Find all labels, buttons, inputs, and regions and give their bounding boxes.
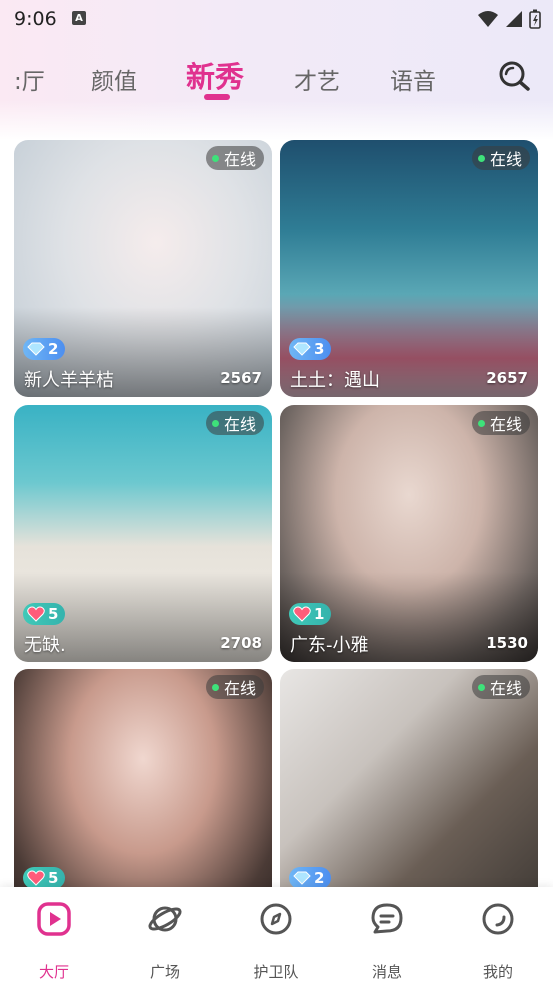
online-status: 在线 xyxy=(471,675,530,699)
user-count: 2567 xyxy=(220,369,262,387)
diamond-icon xyxy=(293,342,311,356)
online-dot-icon xyxy=(477,154,485,162)
heart-icon xyxy=(293,606,311,622)
user-card[interactable]: 在线 1 广东-小雅 1530 xyxy=(280,405,538,662)
tab-looks[interactable]: 颜值 xyxy=(91,62,137,96)
online-dot-icon xyxy=(477,419,485,427)
online-dot-icon xyxy=(211,419,219,427)
nav-label: 我的 xyxy=(482,963,513,981)
online-label: 在线 xyxy=(489,679,522,698)
online-status: 在线 xyxy=(471,146,530,170)
user-count: 2657 xyxy=(486,369,528,387)
level-badge: 2 xyxy=(289,867,332,889)
online-label: 在线 xyxy=(223,679,256,698)
online-dot-icon xyxy=(477,683,485,691)
nav-messages[interactable]: 消息 xyxy=(342,901,432,982)
heart-icon xyxy=(27,606,45,622)
level-badge: 5 xyxy=(23,867,66,889)
planet-icon xyxy=(148,906,182,932)
nav-label: 消息 xyxy=(371,963,402,981)
play-icon xyxy=(37,902,71,936)
level-number: 5 xyxy=(48,605,59,623)
user-card[interactable]: 在线 5 无缺. 2708 xyxy=(14,405,272,662)
user-name: 新人羊羊桔 xyxy=(24,370,114,391)
tab-hall[interactable]: :厅 xyxy=(14,62,45,96)
level-number: 2 xyxy=(48,340,59,358)
diamond-icon xyxy=(27,342,45,356)
notification-icon: A xyxy=(72,11,86,25)
level-number: 5 xyxy=(48,869,59,887)
search-icon xyxy=(499,61,530,91)
user-count: 1530 xyxy=(486,634,528,652)
battery-icon xyxy=(529,9,541,29)
level-badge: 2 xyxy=(23,338,66,360)
level-badge: 1 xyxy=(289,603,332,625)
nav-me[interactable]: 我的 xyxy=(453,901,543,982)
signal-icon xyxy=(506,11,522,27)
wifi-icon xyxy=(478,11,498,27)
level-number: 1 xyxy=(314,605,325,623)
online-label: 在线 xyxy=(223,415,256,434)
heart-icon xyxy=(27,870,45,886)
online-label: 在线 xyxy=(489,415,522,434)
nav-label: 大厅 xyxy=(38,963,69,981)
active-tab-indicator xyxy=(204,94,230,100)
message-icon xyxy=(371,903,403,934)
tab-talent[interactable]: 才艺 xyxy=(294,62,340,96)
status-time: 9:06 xyxy=(14,8,57,30)
profile-icon xyxy=(482,903,514,935)
nav-guard[interactable]: 护卫队 xyxy=(231,901,321,982)
search-button[interactable] xyxy=(496,58,532,94)
online-status: 在线 xyxy=(205,146,264,170)
online-dot-icon xyxy=(211,683,219,691)
online-status: 在线 xyxy=(471,411,530,435)
online-label: 在线 xyxy=(489,150,522,169)
level-badge: 5 xyxy=(23,603,66,625)
nav-hall[interactable]: 大厅 xyxy=(9,901,99,982)
level-number: 3 xyxy=(314,340,325,358)
online-dot-icon xyxy=(211,154,219,162)
compass-icon xyxy=(260,903,292,935)
tab-voice[interactable]: 语音 xyxy=(390,62,436,96)
user-name: 广东-小雅 xyxy=(290,635,369,656)
status-bar: 9:06 A xyxy=(0,0,553,38)
bottom-nav: 大厅 广场 护卫队 消息 我的 xyxy=(0,887,553,983)
tab-newcomers[interactable]: 新秀 xyxy=(186,54,244,96)
online-label: 在线 xyxy=(223,150,256,169)
status-icons xyxy=(477,9,541,29)
level-number: 2 xyxy=(314,869,325,887)
user-card[interactable]: 在线 2 新人羊羊桔 2567 xyxy=(14,140,272,397)
online-status: 在线 xyxy=(205,675,264,699)
level-badge: 3 xyxy=(289,338,332,360)
nav-label: 广场 xyxy=(149,963,180,981)
user-name: 土土：遇山 xyxy=(290,370,380,391)
user-card[interactable]: 在线 3 土土：遇山 2657 xyxy=(280,140,538,397)
user-count: 2708 xyxy=(220,634,262,652)
user-name: 无缺. xyxy=(24,635,66,656)
category-tabs: :厅 颜值 新秀 才艺 语音 xyxy=(0,52,553,102)
diamond-icon xyxy=(293,871,311,885)
online-status: 在线 xyxy=(205,411,264,435)
nav-plaza[interactable]: 广场 xyxy=(120,901,210,982)
nav-label: 护卫队 xyxy=(253,963,299,981)
